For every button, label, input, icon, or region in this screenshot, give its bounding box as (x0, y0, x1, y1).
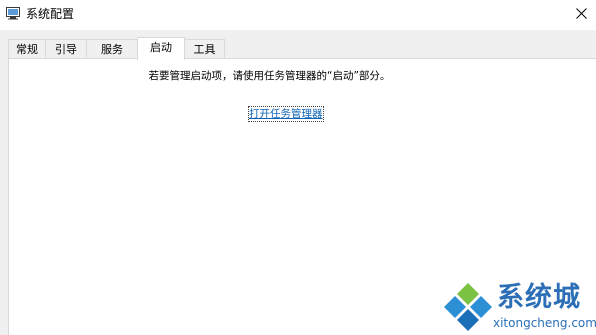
watermark-domain: xitongcheng.com (493, 316, 596, 330)
msconfig-icon (6, 7, 20, 20)
watermark: 系统城 xitongcheng.com (441, 279, 596, 335)
open-task-manager-link[interactable]: 打开任务管理器 (248, 106, 324, 122)
tab-services[interactable]: 服务 (86, 39, 138, 58)
close-button[interactable] (566, 0, 596, 26)
startup-message: 若要管理启动项，请使用任务管理器的“启动”部分。 (148, 70, 391, 82)
tab-tools[interactable]: 工具 (184, 39, 225, 58)
diamond-logo-icon (444, 283, 492, 331)
watermark-brand: 系统城 (497, 282, 581, 313)
tab-boot[interactable]: 引导 (45, 39, 87, 58)
tab-startup[interactable]: 启动 (137, 37, 185, 60)
window-title: 系统配置 (26, 7, 75, 21)
close-icon (575, 7, 587, 19)
tab-general[interactable]: 常规 (8, 39, 46, 58)
title-bar: 系统配置 (0, 0, 596, 30)
